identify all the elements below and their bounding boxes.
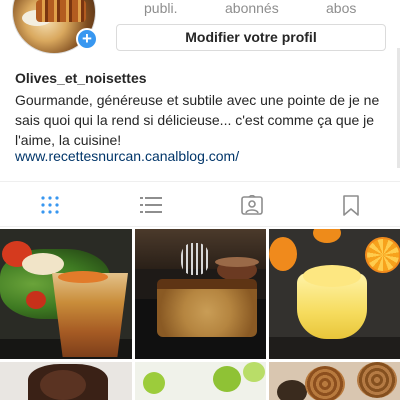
- profile-username: Olives_et_noisettes: [15, 70, 147, 86]
- bookmark-icon: [343, 195, 359, 216]
- profile-website-link[interactable]: www.recettesnurcan.canalblog.com/: [15, 148, 239, 164]
- photo-detail: [243, 362, 265, 382]
- photo-detail: [52, 273, 128, 357]
- tab-grid[interactable]: [0, 182, 100, 228]
- photo-detail: [213, 366, 241, 392]
- tab-tagged[interactable]: [201, 182, 301, 228]
- photo-detail: [269, 237, 297, 271]
- photo-detail: [40, 370, 86, 400]
- tagged-photos-icon: [241, 195, 263, 215]
- photo-detail: [22, 253, 64, 275]
- post-thumbnail[interactable]: [135, 362, 266, 400]
- photo-detail: [303, 265, 361, 287]
- profile-stats: publi. abonnés abos: [120, 0, 390, 18]
- photo-detail: [181, 243, 209, 275]
- profile-avatar[interactable]: +: [12, 0, 98, 54]
- photo-detail: [143, 372, 165, 394]
- photo-detail: [269, 337, 400, 359]
- photo-detail: [313, 229, 341, 243]
- tab-list[interactable]: [100, 182, 200, 228]
- avatar-skewers: [36, 0, 86, 22]
- post-thumbnail[interactable]: [135, 229, 266, 359]
- photo-detail: [365, 237, 400, 273]
- post-thumbnail[interactable]: [269, 362, 400, 400]
- tab-saved[interactable]: [302, 182, 400, 228]
- add-story-icon[interactable]: +: [76, 28, 98, 50]
- photo-detail: [58, 271, 108, 283]
- photo-detail: [357, 362, 397, 398]
- posts-grid: [0, 229, 400, 400]
- post-thumbnail[interactable]: [0, 229, 132, 359]
- profile-tab-bar: [0, 181, 400, 227]
- photo-detail: [215, 257, 259, 267]
- photo-detail: [277, 380, 307, 400]
- photo-detail: [305, 366, 345, 400]
- post-thumbnail[interactable]: [0, 362, 132, 400]
- followers-count-label[interactable]: abonnés: [225, 0, 279, 16]
- post-thumbnail[interactable]: [269, 229, 400, 359]
- following-count-label[interactable]: abos: [326, 0, 356, 16]
- grid-icon: [41, 196, 59, 214]
- posts-count-label[interactable]: publi.: [144, 0, 177, 16]
- photo-detail: [157, 279, 257, 289]
- photo-detail: [26, 291, 46, 309]
- list-icon: [140, 197, 162, 213]
- edit-profile-button[interactable]: Modifier votre profil: [116, 24, 386, 51]
- photo-detail: [157, 281, 257, 337]
- profile-bio: Gourmande, généreuse et subtile avec une…: [15, 92, 380, 148]
